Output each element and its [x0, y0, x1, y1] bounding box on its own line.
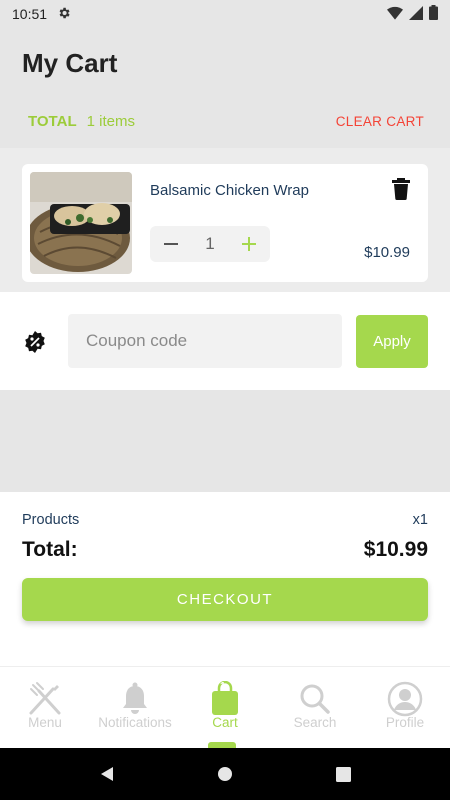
product-image: [30, 172, 132, 274]
cart-total-row: TOTAL 1 items CLEAR CART: [28, 110, 424, 132]
items-count: 1 items: [86, 112, 135, 130]
total-label: TOTAL: [28, 112, 77, 130]
search-icon: [295, 679, 335, 719]
page-title: My Cart: [22, 48, 118, 78]
back-icon[interactable]: [97, 764, 117, 784]
coupon-code-input[interactable]: [68, 314, 342, 368]
nav-item-cart[interactable]: 1 Cart: [180, 667, 270, 748]
recents-icon[interactable]: [333, 764, 353, 784]
apply-coupon-button[interactable]: Apply: [356, 315, 428, 368]
nav-item-search[interactable]: Search: [270, 667, 360, 748]
status-bar: 10:51: [0, 0, 450, 28]
increase-quantity-button[interactable]: [238, 233, 260, 255]
decrease-quantity-button[interactable]: [160, 233, 182, 255]
profile-icon: [385, 679, 425, 719]
nav-item-menu[interactable]: Menu: [0, 667, 90, 748]
nav-item-profile[interactable]: Profile: [360, 667, 450, 748]
status-time: 10:51: [12, 6, 48, 22]
discount-badge-icon: [23, 330, 47, 354]
products-label: Products: [22, 512, 80, 528]
total-title: Total:: [22, 538, 78, 561]
gear-icon: [57, 6, 71, 23]
total-amount: $10.99: [363, 538, 428, 561]
quantity-value: 1: [205, 234, 215, 253]
products-count: x1: [412, 512, 428, 528]
signal-icon: [409, 5, 423, 23]
wifi-icon: [387, 6, 403, 23]
battery-icon: [429, 5, 438, 23]
item-price: $10.99: [364, 244, 410, 261]
cart-items-section: Balsamic Chicken Wrap 1 $10.99: [0, 148, 450, 292]
clear-cart-button[interactable]: CLEAR CART: [336, 114, 424, 129]
product-name[interactable]: Balsamic Chicken Wrap: [150, 182, 309, 199]
checkout-button[interactable]: CHECKOUT: [22, 578, 428, 621]
fork-knife-icon: [25, 679, 65, 719]
trash-icon[interactable]: [392, 178, 414, 202]
shopping-bag-icon: 1: [205, 679, 245, 719]
quantity-stepper: 1: [150, 226, 270, 262]
order-summary: Products x1 Total: $10.99 CHECKOUT: [0, 492, 450, 666]
nav-item-notifications[interactable]: Notifications: [90, 667, 180, 748]
bottom-navigation: Menu Notifications 1 Cart Search Profile: [0, 666, 450, 748]
coupon-section: Apply: [0, 292, 450, 390]
home-icon[interactable]: [215, 764, 235, 784]
system-navigation-bar: [0, 748, 450, 800]
bell-icon: [115, 679, 155, 719]
cart-badge: 1: [220, 681, 226, 692]
cart-item-card: Balsamic Chicken Wrap 1 $10.99: [22, 164, 428, 282]
